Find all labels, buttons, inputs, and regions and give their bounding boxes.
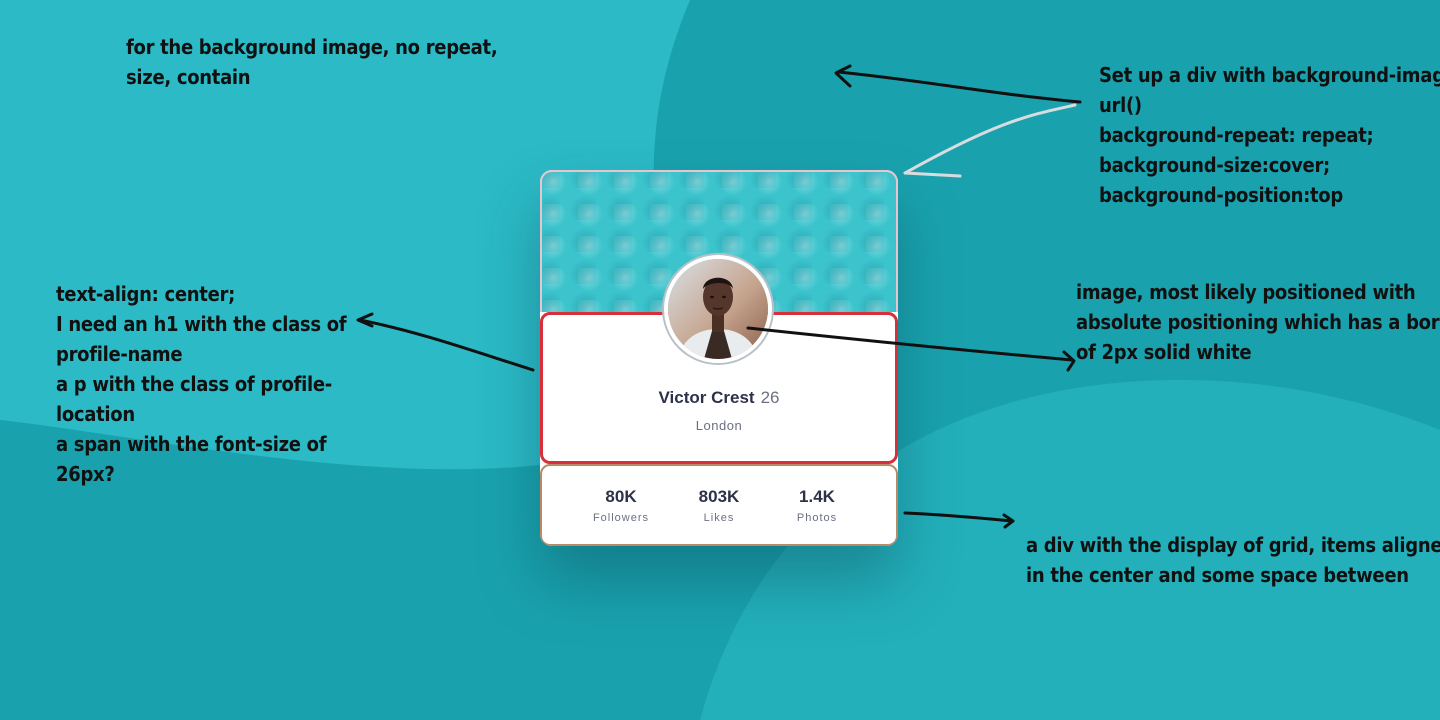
- note-line: a span with the font-size of: [56, 432, 327, 456]
- stat-label: Likes: [703, 511, 735, 524]
- note-text-block: text-align: center; I need an h1 with th…: [56, 279, 347, 489]
- note-header-div: Set up a div with background-image: url(…: [1099, 60, 1440, 210]
- note-line: of 2px solid white: [1076, 340, 1252, 364]
- note-line: profile-name: [56, 342, 183, 366]
- note-line: size, contain: [126, 65, 251, 89]
- note-line: text-align: center;: [56, 282, 235, 306]
- stat-value: 80K: [605, 486, 637, 506]
- note-background-image: for the background image, no repeat, siz…: [126, 32, 498, 92]
- profile-age: 26: [760, 388, 780, 407]
- stat-value: 803K: [698, 486, 740, 506]
- avatar: [664, 255, 772, 363]
- note-line: a p with the class of profile-: [56, 372, 332, 396]
- note-line: I need an h1 with the class of: [56, 312, 347, 336]
- stat-photos: 1.4K Photos: [768, 487, 866, 524]
- profile-location: London: [695, 418, 743, 433]
- note-line: in the center and some space between: [1026, 563, 1409, 587]
- note-stats: a div with the display of grid, items al…: [1026, 530, 1440, 590]
- stat-value: 1.4K: [799, 486, 835, 506]
- note-line: background-size:cover;: [1099, 153, 1330, 177]
- profile-name: Victor Crest 26: [543, 388, 895, 408]
- note-line: image, most likely positioned with: [1076, 280, 1416, 304]
- note-line: a div with the display of grid, items al…: [1026, 533, 1440, 557]
- note-line: for the background image, no repeat,: [126, 35, 498, 59]
- stat-likes: 803K Likes: [670, 487, 768, 524]
- stat-label: Photos: [796, 511, 838, 524]
- note-line: location: [56, 402, 135, 426]
- note-line: 26px?: [56, 462, 115, 486]
- note-line: url(): [1099, 93, 1142, 117]
- note-image: image, most likely positioned with absol…: [1076, 277, 1440, 367]
- note-line: Set up a div with background-image:: [1099, 63, 1440, 87]
- stats-grid: 80K Followers 803K Likes 1.4K Photos: [540, 464, 898, 546]
- note-line: background-position:top: [1099, 183, 1343, 207]
- avatar-portrait: [668, 259, 768, 359]
- note-line: background-repeat: repeat;: [1099, 123, 1374, 147]
- stat-followers: 80K Followers: [572, 487, 670, 524]
- note-line: absolute positioning which has a border: [1076, 310, 1440, 334]
- stat-label: Followers: [592, 511, 650, 524]
- profile-name-text: Victor Crest: [658, 388, 755, 407]
